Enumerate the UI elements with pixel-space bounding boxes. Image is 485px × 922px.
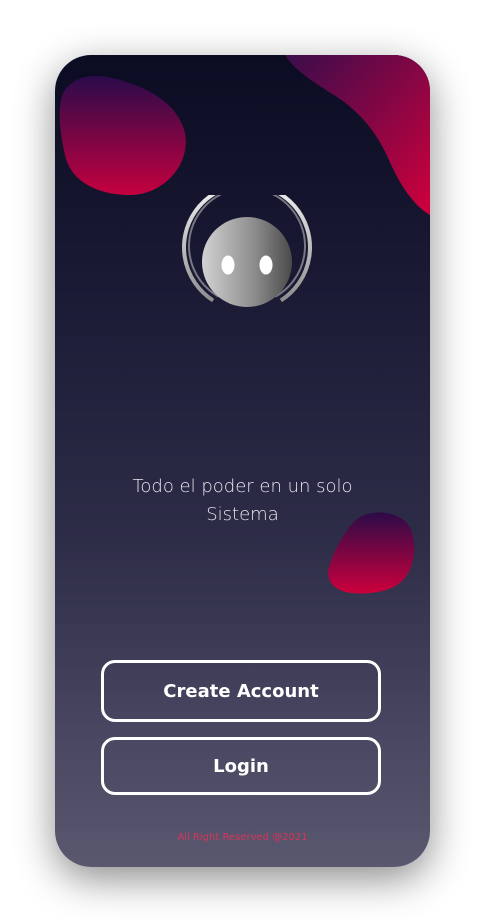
robot-face-logo-icon: [178, 182, 318, 335]
decorative-blob-top-left: [59, 75, 186, 195]
tagline: Todo el poder en un solo Sistema: [55, 473, 430, 529]
stage: Todo el poder en un solo Sistema Create …: [0, 0, 485, 922]
tagline-line-2: Sistema: [206, 504, 279, 525]
create-account-button[interactable]: Create Account: [101, 660, 381, 722]
login-button[interactable]: Login: [101, 737, 381, 795]
welcome-screen: Todo el poder en un solo Sistema Create …: [55, 55, 430, 867]
tagline-line-1: Todo el poder en un solo: [132, 476, 353, 497]
footer-copyright: All Right Reserved @2021: [177, 832, 308, 843]
decorative-blob-top-right: [285, 55, 430, 215]
